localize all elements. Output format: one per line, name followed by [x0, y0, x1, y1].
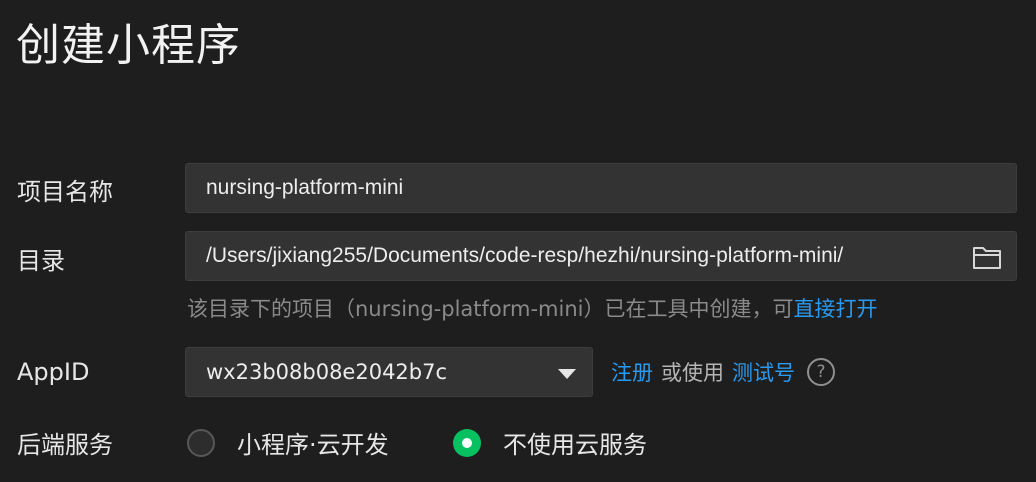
radio-no-cloud-service-label: 不使用云服务	[503, 431, 647, 459]
project-name-label: 项目名称	[17, 178, 113, 206]
backend-service-label: 后端服务	[17, 431, 113, 459]
create-miniprogram-dialog: 创建小程序 项目名称 目录 该目录下的项目（nursing-platform-m…	[0, 0, 1036, 482]
appid-links: 注册 或使用 测试号 ?	[611, 357, 835, 387]
radio-no-cloud-service[interactable]: 不使用云服务	[453, 425, 647, 460]
radio-selected-icon[interactable]	[453, 428, 481, 457]
folder-icon[interactable]	[972, 244, 1002, 270]
radio-cloud-development-label: 小程序·云开发	[237, 431, 389, 459]
page-title: 创建小程序	[16, 20, 241, 71]
directory-label: 目录	[17, 247, 65, 275]
project-name-input[interactable]	[206, 176, 1016, 200]
test-account-link[interactable]: 测试号	[732, 357, 795, 387]
appid-select[interactable]: wx23b08b08e2042b7c	[185, 347, 593, 397]
project-name-field[interactable]	[185, 163, 1017, 213]
appid-label: AppID	[17, 358, 90, 386]
radio-cloud-development[interactable]: 小程序·云开发	[187, 425, 389, 460]
directory-hint: 该目录下的项目（nursing-platform-mini）已在工具中创建，可直…	[187, 293, 878, 323]
help-icon[interactable]: ?	[807, 358, 835, 386]
open-directly-link[interactable]: 直接打开	[794, 297, 878, 321]
directory-input[interactable]	[206, 244, 954, 268]
directory-hint-text: 该目录下的项目（nursing-platform-mini）已在工具中创建，可	[187, 297, 794, 321]
chevron-down-icon[interactable]	[558, 369, 576, 379]
or-use-text: 或使用	[661, 361, 724, 385]
register-link[interactable]: 注册	[611, 357, 653, 387]
radio-unselected-icon[interactable]	[187, 428, 215, 457]
appid-value: wx23b08b08e2042b7c	[206, 360, 448, 384]
directory-field[interactable]	[185, 231, 1017, 281]
